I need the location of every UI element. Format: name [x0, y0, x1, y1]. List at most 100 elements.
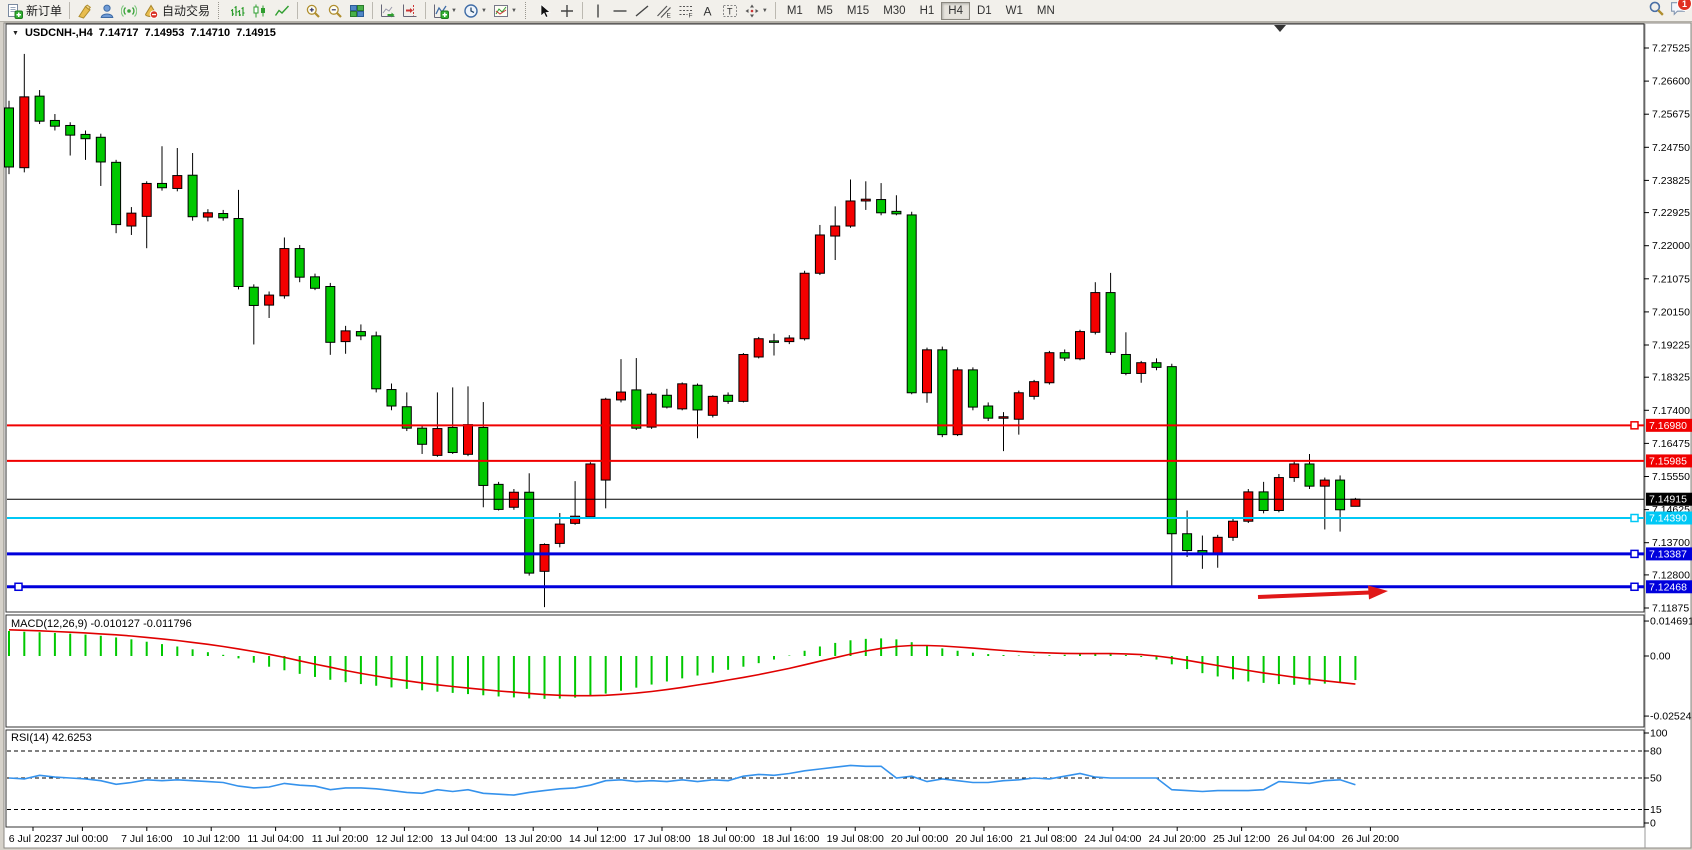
- symbol-collapse-icon[interactable]: ▼: [12, 30, 19, 37]
- toolbar-separator: [775, 2, 776, 19]
- toolbar-separator: [372, 2, 373, 19]
- timeframe-d1[interactable]: D1: [970, 2, 999, 20]
- profile-button[interactable]: [96, 1, 118, 21]
- zoom-in-button[interactable]: [302, 1, 324, 21]
- crosshair-tool-button[interactable]: [556, 1, 578, 21]
- macd-pane: [6, 615, 1644, 727]
- dropdown-caret-icon: ▼: [762, 8, 768, 14]
- toolbar: 新订单自动交易▼▼▼EFAT▼M1M5M15M30H1H4D1W1MN1: [0, 0, 1692, 22]
- time-tick-label: 10 Jul 12:00: [183, 833, 240, 845]
- line-chart-button[interactable]: [271, 1, 293, 21]
- horizontal-line-tool-button[interactable]: [609, 1, 631, 21]
- search-icon: [1648, 0, 1664, 16]
- tile-windows-button[interactable]: [346, 1, 368, 21]
- candle-body: [66, 125, 75, 135]
- timeframe-mn[interactable]: MN: [1030, 2, 1062, 20]
- candle-body: [1274, 478, 1283, 511]
- price-tick-label: 7.18325: [1652, 372, 1690, 384]
- rsi-pane: [6, 730, 1644, 827]
- fibonacci-tool-button[interactable]: F: [675, 1, 697, 21]
- toolbar-grip: [218, 2, 222, 19]
- candle-chart-button[interactable]: [249, 1, 271, 21]
- time-tick-label: 21 Jul 08:00: [1020, 833, 1077, 845]
- arrows-tool-button[interactable]: ▼: [741, 1, 771, 21]
- crosshair-icon: [559, 3, 575, 19]
- candle-body: [586, 464, 595, 517]
- price-badge-label: 7.14915: [1649, 494, 1687, 506]
- auto-trading-button-label: 自动交易: [162, 2, 210, 19]
- time-tick-label: 20 Jul 16:00: [955, 833, 1012, 845]
- line-handle[interactable]: [1631, 515, 1638, 522]
- line-handle[interactable]: [1631, 422, 1638, 429]
- candle-body: [219, 213, 228, 217]
- line-handle[interactable]: [1631, 583, 1638, 590]
- candle-body: [907, 215, 916, 393]
- indicators-button[interactable]: ▼: [430, 1, 460, 21]
- candle-body: [831, 226, 840, 236]
- timeframe-h1[interactable]: H1: [913, 2, 942, 20]
- time-tick-label: 14 Jul 12:00: [569, 833, 626, 845]
- search-button[interactable]: [1648, 0, 1664, 21]
- time-tick-label: 11 Jul 20:00: [312, 833, 369, 845]
- candle-body: [1305, 464, 1314, 486]
- dropdown-caret-icon: ▼: [511, 8, 517, 14]
- timeframe-m15[interactable]: M15: [840, 2, 876, 20]
- timeframe-h4[interactable]: H4: [941, 2, 970, 20]
- price-tick-label: 7.27525: [1652, 43, 1690, 55]
- line-handle[interactable]: [1631, 550, 1638, 557]
- auto-trading-button[interactable]: 自动交易: [140, 1, 213, 21]
- text-tool-button[interactable]: A: [697, 1, 719, 21]
- candle-body: [1213, 537, 1222, 554]
- cursor-icon: [537, 3, 553, 19]
- candle-body: [923, 350, 932, 393]
- arrows-icon: [744, 3, 760, 19]
- auto-scroll-button[interactable]: [377, 1, 399, 21]
- timeframe-m5[interactable]: M5: [810, 2, 840, 20]
- notifications-button[interactable]: 1: [1670, 0, 1686, 21]
- chart-canvas[interactable]: 7.275257.266007.256757.247507.238257.229…: [0, 0, 1692, 850]
- time-tick-label: 18 Jul 16:00: [762, 833, 819, 845]
- equidistant-channel-tool-button[interactable]: E: [653, 1, 675, 21]
- templates-button[interactable]: ▼: [490, 1, 520, 21]
- timeframe-m30[interactable]: M30: [876, 2, 912, 20]
- candle-body: [127, 213, 136, 226]
- new-order-button[interactable]: 新订单: [4, 1, 65, 21]
- trendline-tool-button[interactable]: [631, 1, 653, 21]
- vertical-line-tool-button[interactable]: [587, 1, 609, 21]
- candle-body: [494, 484, 503, 509]
- svg-text:T: T: [727, 6, 733, 16]
- candle-body: [1320, 480, 1329, 486]
- candle-body: [1351, 499, 1360, 506]
- zoom-out-button[interactable]: [324, 1, 346, 21]
- candle-body: [938, 350, 947, 435]
- main-chart-pane: [6, 24, 1644, 612]
- candle-body: [647, 394, 656, 427]
- candle-body: [387, 390, 396, 406]
- price-tick-label: 7.19225: [1652, 339, 1690, 351]
- candle-body: [693, 385, 702, 410]
- candle-body: [203, 213, 212, 217]
- crayon-tool-button[interactable]: [74, 1, 96, 21]
- candle-body: [356, 332, 365, 336]
- timeframe-w1[interactable]: W1: [999, 2, 1030, 20]
- rsi-indicator-label: RSI(14) 42.6253: [11, 732, 92, 744]
- label-tool-button[interactable]: T: [719, 1, 741, 21]
- cursor-tool-button[interactable]: [534, 1, 556, 21]
- periods-button[interactable]: ▼: [460, 1, 490, 21]
- time-tick-label: 20 Jul 00:00: [891, 833, 948, 845]
- time-tick-label: 17 Jul 08:00: [633, 833, 690, 845]
- price-tick-label: 7.17400: [1652, 405, 1690, 417]
- chart-shift-button[interactable]: [399, 1, 421, 21]
- timeframe-m1[interactable]: M1: [780, 2, 810, 20]
- bar-chart-button[interactable]: [227, 1, 249, 21]
- line-handle[interactable]: [15, 583, 22, 590]
- rsi-axis-label: 15: [1650, 804, 1662, 816]
- zoomin-icon: [305, 3, 321, 19]
- signals-button[interactable]: [118, 1, 140, 21]
- indicators-icon: [433, 3, 449, 19]
- price-tick-label: 7.12800: [1652, 569, 1690, 581]
- candle-body: [1091, 293, 1100, 333]
- candle-body: [249, 287, 258, 305]
- time-tick-label: 6 Jul 2023: [9, 833, 58, 845]
- toolbar-separator: [582, 2, 583, 19]
